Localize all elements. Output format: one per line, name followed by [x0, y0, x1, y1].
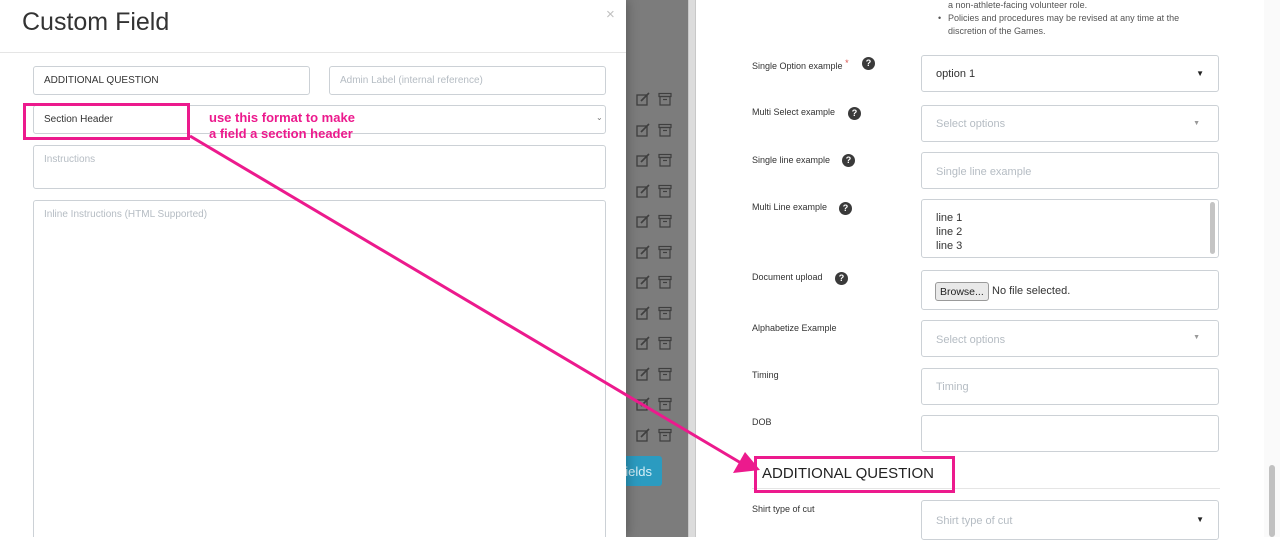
help-icon[interactable]: ?: [842, 154, 855, 167]
field-row-actions: [636, 366, 676, 383]
field-label: Timing: [752, 370, 779, 380]
field-row-actions: [636, 122, 676, 139]
annotation-highlight-box: [754, 456, 955, 493]
dob-input[interactable]: [921, 415, 1219, 452]
select-placeholder: Shirt type of cut: [936, 515, 1013, 527]
question-input[interactable]: [33, 66, 310, 95]
close-icon[interactable]: ×: [606, 6, 615, 23]
field-label: Single Option example *: [752, 58, 849, 71]
field-row-actions: [636, 214, 676, 230]
page-scrollbar-track: [1264, 0, 1280, 537]
annotation-text-line2: a field a section header: [209, 126, 353, 141]
field-label: DOB: [752, 417, 772, 427]
archive-icon[interactable]: [658, 275, 672, 289]
caret-down-icon: ▼: [1196, 515, 1204, 524]
field-label-text: Single Option example: [752, 61, 843, 71]
help-icon[interactable]: ?: [848, 107, 861, 120]
pane-separator: [688, 0, 696, 537]
policy-text: Policies and procedures may be revised a…: [948, 13, 1180, 23]
field-row-actions: [636, 336, 676, 352]
field-label: Multi Line example: [752, 202, 828, 212]
edit-icon[interactable]: [636, 153, 650, 167]
edit-icon[interactable]: [636, 336, 650, 350]
help-icon[interactable]: ?: [839, 202, 852, 215]
edit-icon[interactable]: [636, 92, 650, 106]
single-line-input[interactable]: Single line example: [921, 152, 1219, 189]
textarea-scrollbar[interactable]: [1210, 202, 1215, 254]
caret-down-icon: ▼: [1193, 120, 1200, 127]
policy-text: discretion of the Games.: [948, 26, 1046, 36]
multi-line-textarea[interactable]: line 1 line 2 line 3: [921, 199, 1219, 258]
single-option-select[interactable]: option 1 ▼: [921, 55, 1219, 92]
archive-icon[interactable]: [658, 428, 672, 442]
caret-down-icon: ▼: [1196, 69, 1204, 78]
archive-icon[interactable]: [658, 336, 672, 350]
select-placeholder: Select options: [936, 334, 1006, 346]
admin-pane: eraogrataturityntifie Smetomsckogrnpambl…: [0, 0, 688, 537]
admin-label-input[interactable]: [329, 66, 606, 95]
edit-icon[interactable]: [636, 244, 650, 259]
modal-divider: [0, 52, 626, 53]
modal-title: Custom Field: [22, 8, 170, 36]
page-scrollbar-thumb[interactable]: [1269, 465, 1275, 537]
archive-icon[interactable]: [658, 214, 672, 228]
field-row-actions: [636, 427, 676, 444]
caret-down-icon: ▼: [1193, 334, 1200, 341]
select-value: option 1: [936, 68, 976, 80]
edit-icon[interactable]: [636, 427, 650, 442]
edit-icon[interactable]: [636, 214, 650, 228]
instructions-textarea[interactable]: [33, 145, 606, 189]
textarea-line: line 2: [936, 226, 963, 238]
archive-icon[interactable]: [658, 123, 672, 137]
shirt-cut-select[interactable]: Shirt type of cut ▼: [921, 500, 1219, 540]
multi-select-input[interactable]: Select options ▼: [921, 105, 1219, 142]
field-row-actions: [636, 153, 676, 169]
edit-icon[interactable]: [636, 275, 650, 289]
archive-icon[interactable]: [658, 245, 672, 259]
alphabetize-select[interactable]: Select options ▼: [921, 320, 1219, 357]
edit-icon[interactable]: [636, 397, 650, 411]
edit-icon[interactable]: [636, 366, 650, 381]
timing-input[interactable]: Timing: [921, 368, 1219, 405]
textarea-line: line 1: [936, 212, 963, 224]
edit-icon[interactable]: [636, 183, 650, 198]
archive-icon[interactable]: [658, 92, 672, 106]
field-row-actions: [636, 397, 676, 413]
field-row-actions: [636, 305, 676, 322]
help-icon[interactable]: ?: [835, 272, 848, 285]
input-placeholder: Single line example: [936, 166, 1032, 178]
field-row-actions: [636, 244, 676, 261]
field-row-actions: [636, 183, 676, 200]
annotation-text-line1: use this format to make: [209, 110, 355, 125]
field-label: Document upload: [752, 272, 823, 282]
field-label: Multi Select example: [752, 107, 836, 117]
archive-icon[interactable]: [658, 184, 672, 198]
field-row-actions: [636, 92, 676, 108]
custom-field-modal: Custom Field × Section Header ⌄: [0, 0, 626, 537]
field-label: Shirt type of cut: [752, 504, 815, 514]
inline-instructions-textarea[interactable]: [33, 200, 606, 537]
archive-icon[interactable]: [658, 306, 672, 320]
browse-button[interactable]: Browse...: [935, 282, 989, 301]
archive-icon[interactable]: [658, 153, 672, 167]
input-placeholder: Timing: [936, 381, 969, 393]
file-status: No file selected.: [992, 285, 1071, 297]
policy-text: a non-athlete-facing volunteer role.: [948, 0, 1088, 10]
field-row-actions: [636, 275, 676, 291]
document-upload-box: Browse... No file selected.: [921, 270, 1219, 310]
archive-icon[interactable]: [658, 397, 672, 411]
textarea-line: line 3: [936, 240, 963, 252]
edit-icon[interactable]: [636, 122, 650, 137]
annotation-highlight-box: [23, 103, 190, 140]
field-label: Alphabetize Example: [752, 323, 837, 333]
required-marker: *: [845, 58, 849, 68]
field-label: Single line example: [752, 155, 831, 165]
edit-icon[interactable]: [636, 305, 650, 320]
help-icon[interactable]: ?: [862, 57, 875, 70]
select-placeholder: Select options: [936, 118, 1006, 130]
bullet-glyph: •: [938, 13, 942, 23]
form-preview-pane: a non-athlete-facing volunteer role. • P…: [696, 0, 1280, 540]
archive-icon[interactable]: [658, 367, 672, 381]
